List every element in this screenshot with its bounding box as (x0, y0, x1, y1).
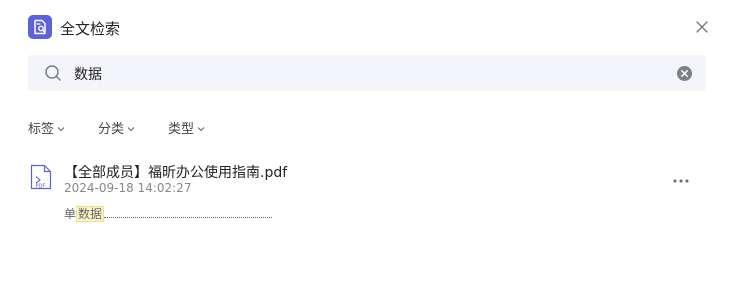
filter-label: 标签 (28, 122, 55, 137)
filter-label: 类型 (168, 122, 195, 137)
more-horizontal-icon[interactable] (672, 169, 690, 188)
snippet-ellipsis (104, 216, 272, 218)
search-result-item[interactable]: PDF 【全部成员】福昕办公使用指南.pdf 2024-09-18 14:02:… (28, 160, 706, 230)
chevron-down-icon (57, 122, 65, 137)
snippet-text: 单 (64, 207, 77, 221)
search-icon (44, 64, 62, 86)
snippet-highlight: 数据 (76, 206, 105, 222)
filter-tags-dropdown[interactable]: 标签 (28, 118, 65, 137)
filter-type-dropdown[interactable]: 类型 (168, 118, 205, 137)
result-snippet: 单数据 (64, 205, 105, 222)
filter-category-dropdown[interactable]: 分类 (98, 118, 135, 137)
close-icon[interactable] (694, 19, 710, 35)
search-input[interactable] (72, 63, 656, 85)
chevron-down-icon (197, 122, 205, 137)
pdf-file-icon: PDF (30, 164, 52, 194)
result-timestamp: 2024-09-18 14:02:27 (64, 181, 192, 195)
search-document-icon (28, 15, 52, 39)
filter-label: 分类 (98, 122, 125, 137)
clear-circle-icon[interactable] (677, 66, 692, 85)
dialog-title: 全文检索 (60, 20, 121, 38)
dialog-header: 全文检索 (28, 15, 710, 41)
svg-text:PDF: PDF (36, 184, 46, 190)
result-file-name[interactable]: 【全部成员】福昕办公使用指南.pdf (64, 162, 287, 182)
search-bar (28, 55, 706, 91)
chevron-down-icon (127, 122, 135, 137)
